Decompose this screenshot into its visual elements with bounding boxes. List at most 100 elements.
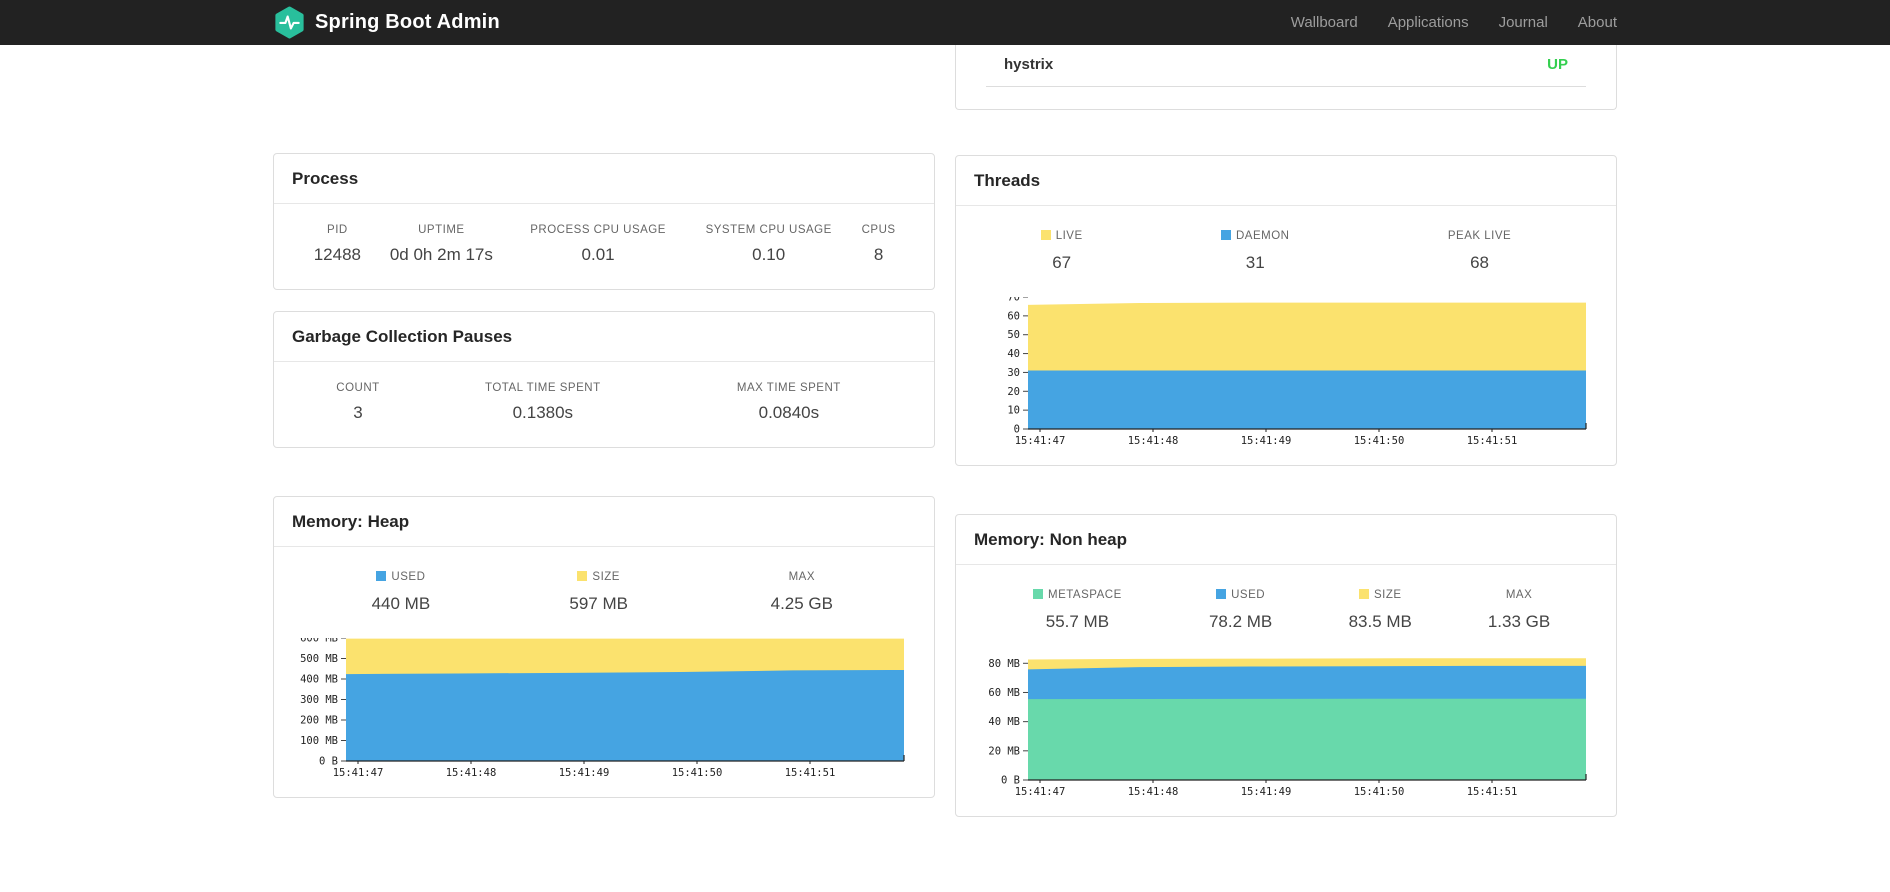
legend-label-max: MAX <box>788 571 815 583</box>
metric-value-max: 1.33 GB <box>1487 612 1551 631</box>
svg-text:40: 40 <box>1007 348 1020 360</box>
legend-swatch-daemon <box>1220 229 1231 240</box>
threads-legend-table: LIVE DAEMON PEAK LIVE 67 31 68 <box>984 206 1588 297</box>
gc-panel-title: Garbage Collection Pauses <box>274 312 934 362</box>
nav-item-wallboard[interactable]: Wallboard <box>1276 14 1373 31</box>
metric-value-used: 440 MB <box>371 594 431 613</box>
metric-label-pid: PID <box>327 224 348 236</box>
memory-heap-chart: 0 B 100 MB 200 MB 300 MB 400 MB 500 MB 600 MB 1… <box>274 638 934 797</box>
legend-label-live: LIVE <box>1055 230 1083 242</box>
svg-text:15:41:48: 15:41:48 <box>1128 786 1179 798</box>
process-panel-title: Process <box>274 154 934 204</box>
metric-value-process-cpu: 0.01 <box>581 245 615 264</box>
legend-swatch-metaspace <box>1033 588 1044 599</box>
metric-value-max-time: 0.0840s <box>758 403 820 422</box>
panel-memory-nonheap: Memory: Non heap METASPACE USED SIZE MAX… <box>955 514 1617 817</box>
gc-metrics-table: COUNT TOTAL TIME SPENT MAX TIME SPENT 3 … <box>302 362 906 447</box>
legend-cell-used: USED <box>1171 565 1311 612</box>
svg-text:15:41:50: 15:41:50 <box>1354 435 1405 447</box>
metric-label-total-time: TOTAL TIME SPENT <box>485 382 601 394</box>
memory-nonheap-legend-table: METASPACE USED SIZE MAX 55.7 MB 78.2 MB … <box>984 565 1588 656</box>
svg-text:200 MB: 200 MB <box>300 715 338 727</box>
gc-metrics: COUNT TOTAL TIME SPENT MAX TIME SPENT 3 … <box>274 362 934 447</box>
legend-cell-size: SIZE <box>500 547 698 594</box>
svg-text:15:41:51: 15:41:51 <box>1467 786 1518 798</box>
metric-value-uptime: 0d 0h 2m 17s <box>389 245 493 264</box>
metric-values-row: 67 31 68 <box>984 253 1588 297</box>
metric-value-size: 83.5 MB <box>1348 612 1412 631</box>
threads-chart-svg: 0 10 20 30 40 50 60 70 15:41:47 15:41:48 15:41:49 1… <box>1007 297 1587 447</box>
panel-process: Process PID UPTIME PROCESS CPU USAGE SYS… <box>273 153 935 290</box>
legend-label-metaspace: METASPACE <box>1048 589 1122 601</box>
process-metrics: PID UPTIME PROCESS CPU USAGE SYSTEM CPU … <box>274 204 934 289</box>
metric-labels-row: USED SIZE MAX <box>302 547 906 594</box>
metric-value-peak-live: 68 <box>1470 253 1490 272</box>
nav-item-journal[interactable]: Journal <box>1484 14 1563 31</box>
metric-value-pid: 12488 <box>313 245 361 264</box>
metric-labels-row: PID UPTIME PROCESS CPU USAGE SYSTEM CPU … <box>302 204 906 245</box>
main-content: Process PID UPTIME PROCESS CPU USAGE SYS… <box>273 45 1617 817</box>
svg-text:0 B: 0 B <box>319 756 338 768</box>
metric-value-live: 67 <box>1052 253 1072 272</box>
threads-legend: LIVE DAEMON PEAK LIVE 67 31 68 <box>956 206 1616 297</box>
metric-label-cpus: CPUS <box>861 224 896 236</box>
legend-label-used: USED <box>1231 589 1266 601</box>
metric-label-system-cpu: SYSTEM CPU USAGE <box>705 224 832 236</box>
legend-swatch-used <box>376 570 387 581</box>
svg-text:30: 30 <box>1007 367 1020 379</box>
nav-item-applications[interactable]: Applications <box>1373 14 1484 31</box>
legend-swatch-live <box>1040 229 1051 240</box>
svg-text:20: 20 <box>1007 386 1020 398</box>
metric-values-row: 3 0.1380s 0.0840s <box>302 403 906 447</box>
legend-label-peak-live: PEAK LIVE <box>1447 230 1512 242</box>
svg-text:15:41:48: 15:41:48 <box>1128 435 1179 447</box>
nav-item-about[interactable]: About <box>1563 14 1617 31</box>
memory-heap-legend: USED SIZE MAX 440 MB 597 MB 4.25 GB <box>274 547 934 638</box>
panel-memory-heap: Memory: Heap USED SIZE MAX 440 MB 597 MB… <box>273 496 935 798</box>
panel-applications-partial: hystrix UP <box>955 45 1617 110</box>
application-name: hystrix <box>1004 56 1054 73</box>
metric-label-uptime: UPTIME <box>418 224 465 236</box>
threads-panel-title: Threads <box>956 156 1616 206</box>
memory-heap-chart-svg: 0 B 100 MB 200 MB 300 MB 400 MB 500 MB 600 MB 1… <box>300 638 905 779</box>
legend-label-daemon: DAEMON <box>1235 230 1290 242</box>
metric-values-row: 12488 0d 0h 2m 17s 0.01 0.10 8 <box>302 245 906 289</box>
legend-swatch-size <box>1358 588 1369 599</box>
metric-value-system-cpu: 0.10 <box>752 245 786 264</box>
metric-values-row: 55.7 MB 78.2 MB 83.5 MB 1.33 GB <box>984 612 1588 656</box>
brand-home-link[interactable]: Spring Boot Admin <box>273 6 500 39</box>
metric-value-max: 4.25 GB <box>770 594 833 613</box>
application-row-hystrix[interactable]: hystrix UP <box>986 45 1586 87</box>
panel-footer-spacer <box>956 87 1616 109</box>
metric-value-daemon: 31 <box>1245 253 1265 272</box>
legend-swatch-used <box>1216 588 1227 599</box>
right-column: hystrix UP Threads LIVE DAEMON PEAK LIVE… <box>955 45 1617 817</box>
spring-boot-admin-logo-icon <box>273 6 306 39</box>
metric-label-count: COUNT <box>336 382 380 394</box>
svg-text:60: 60 <box>1007 310 1020 322</box>
brand-title: Spring Boot Admin <box>315 11 500 33</box>
memory-heap-panel-title: Memory: Heap <box>274 497 934 547</box>
svg-text:15:41:49: 15:41:49 <box>1241 786 1292 798</box>
metric-labels-row: COUNT TOTAL TIME SPENT MAX TIME SPENT <box>302 362 906 403</box>
memory-nonheap-panel-title: Memory: Non heap <box>956 515 1616 565</box>
navbar-links: Wallboard Applications Journal About <box>1276 14 1617 31</box>
memory-heap-legend-table: USED SIZE MAX 440 MB 597 MB 4.25 GB <box>302 547 906 638</box>
svg-text:15:41:49: 15:41:49 <box>559 767 610 779</box>
legend-cell-daemon: DAEMON <box>1139 206 1371 253</box>
navbar-container: Spring Boot Admin Wallboard Applications… <box>273 0 1617 45</box>
svg-text:300 MB: 300 MB <box>300 694 338 706</box>
svg-text:60 MB: 60 MB <box>988 687 1020 699</box>
legend-label-used: USED <box>391 571 426 583</box>
svg-text:15:41:47: 15:41:47 <box>333 767 384 779</box>
left-column: Process PID UPTIME PROCESS CPU USAGE SYS… <box>273 45 935 798</box>
legend-label-size: SIZE <box>592 571 620 583</box>
metric-labels-row: LIVE DAEMON PEAK LIVE <box>984 206 1588 253</box>
svg-text:15:41:51: 15:41:51 <box>785 767 836 779</box>
svg-text:100 MB: 100 MB <box>300 735 338 747</box>
metric-value-total-time: 0.1380s <box>512 403 574 422</box>
svg-text:15:41:49: 15:41:49 <box>1241 435 1292 447</box>
svg-text:20 MB: 20 MB <box>988 745 1020 757</box>
svg-text:15:41:51: 15:41:51 <box>1467 435 1518 447</box>
svg-text:15:41:47: 15:41:47 <box>1015 786 1066 798</box>
